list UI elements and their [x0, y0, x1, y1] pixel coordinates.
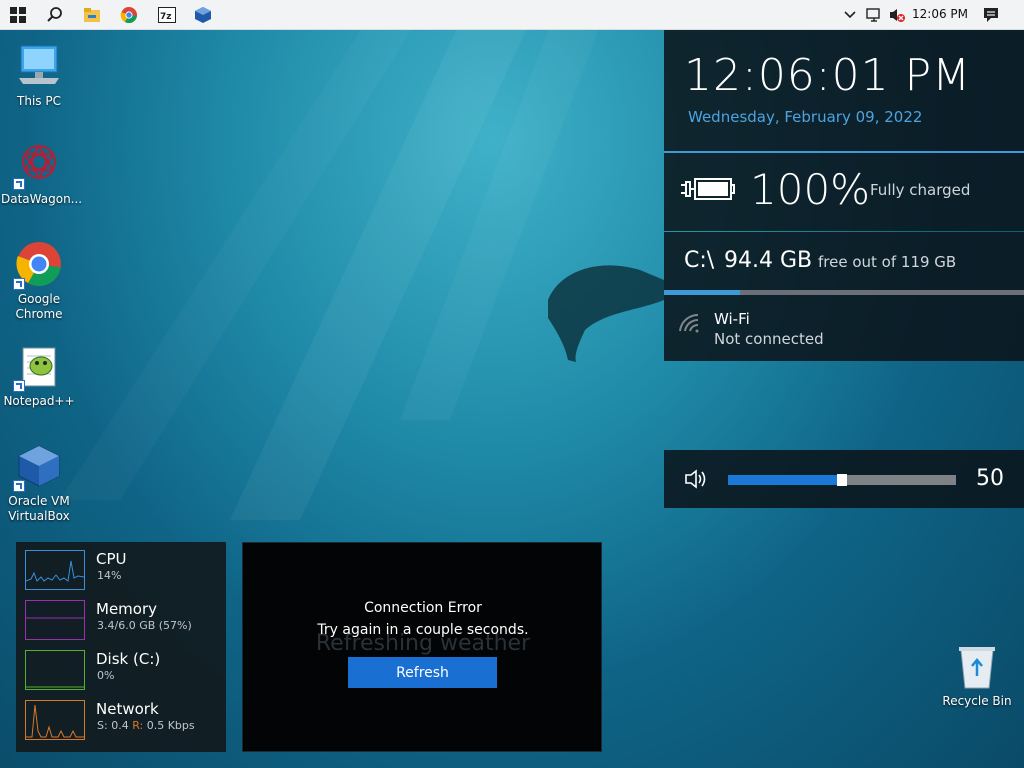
battery-panel: 100% Fully charged	[664, 153, 1024, 231]
perf-value: 0%	[97, 669, 115, 682]
disk-panel: C:\ 94.4 GB free out of 119 GB	[664, 232, 1024, 290]
virtualbox-icon[interactable]	[193, 5, 213, 25]
svg-text:7z: 7z	[160, 12, 172, 22]
taskbar: 7z 12:06 PM	[0, 0, 1024, 30]
error-title: Connection Error	[364, 600, 482, 616]
volume-muted-icon[interactable]	[887, 5, 907, 25]
chrome-icon	[13, 240, 63, 290]
performance-widget: CPU 14% Memory 3.4/6.0 GB (57%) Disk (C:…	[16, 542, 226, 752]
perf-name: Disk (C:)	[96, 650, 161, 668]
perf-value: 3.4/6.0 GB (57%)	[97, 619, 192, 632]
network-send-label: S:	[97, 719, 108, 732]
chrome-icon[interactable]	[119, 5, 139, 25]
desktop-icon-datawagon[interactable]: DataWagon...	[1, 140, 83, 207]
desktop-icon-virtualbox[interactable]: Oracle VM VirtualBox	[1, 442, 77, 524]
desktop-icon-notepadpp[interactable]: Notepad++	[1, 342, 77, 409]
error-message: Try again in a couple seconds.	[317, 622, 529, 638]
desktop-icon-recycle-bin[interactable]: Recycle Bin	[941, 644, 1013, 708]
refresh-button[interactable]: Refresh	[348, 657, 497, 688]
desktop-icon-google-chrome[interactable]: Google Chrome	[1, 240, 77, 322]
shortcut-arrow-icon	[13, 178, 25, 190]
desktop-icon-label: Notepad++	[3, 394, 75, 408]
desktop-icon-this-pc[interactable]: This PC	[1, 42, 77, 109]
wifi-title: Wi-Fi	[714, 310, 750, 328]
network-graph	[25, 700, 85, 740]
network-recv-label: R:	[132, 719, 144, 732]
wifi-panel: Wi-Fi Not connected	[664, 295, 1024, 361]
wifi-icon	[678, 313, 702, 337]
desktop-icon-label: Recycle Bin	[942, 694, 1012, 708]
tray-clock[interactable]: 12:06 PM	[908, 7, 972, 21]
perf-row-memory[interactable]: Memory 3.4/6.0 GB (57%)	[16, 592, 226, 642]
chevron-up-icon[interactable]	[840, 5, 860, 25]
network-recv-value: 0.5 Kbps	[146, 719, 195, 732]
perf-name: Network	[96, 700, 159, 718]
perf-value: 14%	[97, 569, 122, 582]
volume-panel: 50	[664, 450, 1024, 508]
desktop-icon-label: DataWagon...	[1, 192, 83, 206]
volume-slider-fill	[728, 475, 842, 485]
file-explorer-icon[interactable]	[82, 5, 102, 25]
perf-row-disk[interactable]: Disk (C:) 0%	[16, 642, 226, 692]
search-icon[interactable]	[45, 5, 65, 25]
speaker-icon[interactable]	[684, 468, 710, 494]
weather-widget: Refreshing weather Connection Error Try …	[242, 542, 602, 752]
perf-name: CPU	[96, 550, 127, 568]
datawagon-icon	[13, 140, 63, 190]
desktop-icon-label: Oracle VM VirtualBox	[8, 494, 70, 523]
volume-value: 50	[976, 466, 1004, 491]
battery-charging-icon	[680, 175, 736, 207]
clock-panel: 12:06:01 PM Wednesday, February 09, 2022	[664, 30, 1024, 152]
notepadpp-icon	[13, 342, 63, 392]
battery-percent: 100%	[750, 165, 871, 214]
cpu-graph	[25, 550, 85, 590]
perf-name: Memory	[96, 600, 158, 618]
desktop-icon-label: This PC	[17, 94, 61, 108]
memory-graph	[25, 600, 85, 640]
shortcut-arrow-icon	[13, 480, 25, 492]
network-send-value: 0.4	[111, 719, 129, 732]
disk-capacity-note: free out of 119 GB	[818, 253, 957, 271]
clock-date: Wednesday, February 09, 2022	[688, 108, 923, 126]
7zip-icon[interactable]: 7z	[157, 5, 177, 25]
recycle-bin-icon	[955, 644, 999, 690]
virtualbox-icon	[13, 442, 63, 492]
volume-slider[interactable]	[728, 474, 956, 486]
start-icon[interactable]	[8, 5, 28, 25]
perf-row-cpu[interactable]: CPU 14%	[16, 542, 226, 592]
desktop-icon-label: Google Chrome	[15, 292, 63, 321]
volume-slider-thumb[interactable]	[837, 474, 847, 486]
shortcut-arrow-icon	[13, 278, 25, 290]
computer-icon	[15, 42, 63, 90]
shortcut-arrow-icon	[13, 380, 25, 392]
disk-graph	[25, 650, 85, 690]
perf-value: S: 0.4 R: 0.5 Kbps	[97, 719, 195, 732]
clock-time: 12:06:01 PM	[684, 50, 972, 101]
disk-free-space: 94.4 GB	[724, 248, 813, 273]
wifi-status: Not connected	[714, 330, 824, 348]
disk-drive-letter: C:\	[684, 248, 715, 273]
action-center-icon[interactable]	[981, 5, 1001, 25]
battery-status: Fully charged	[870, 181, 971, 199]
network-disconnected-icon[interactable]	[864, 5, 884, 25]
perf-row-network[interactable]: Network S: 0.4 R: 0.5 Kbps	[16, 692, 226, 742]
